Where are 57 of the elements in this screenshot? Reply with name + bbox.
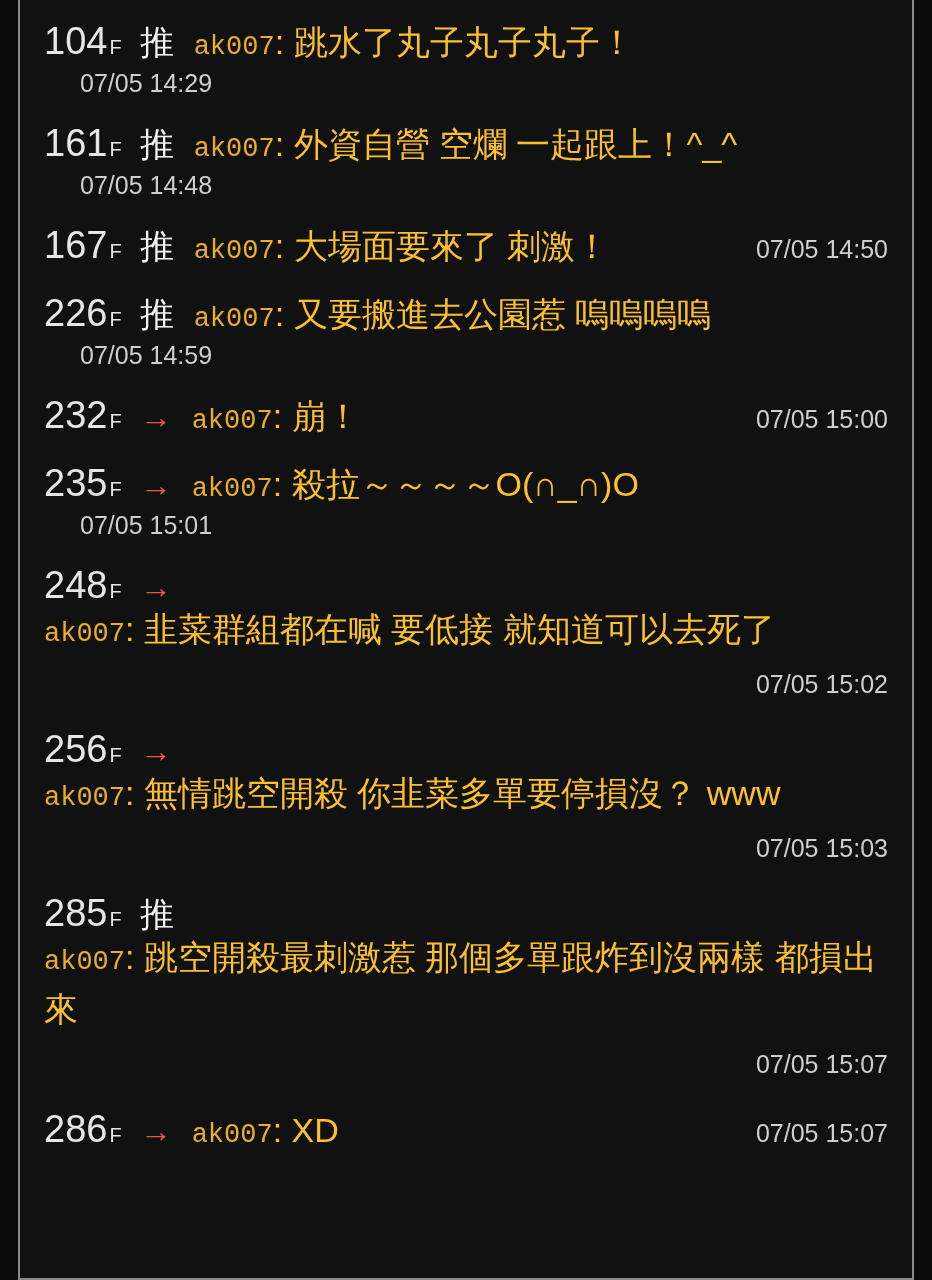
floor-suffix: F: [109, 479, 122, 499]
username: ak007: [191, 1122, 273, 1149]
comment-body: ak007: 跳空開殺最刺激惹 那個多單跟炸到沒兩樣 都損出來: [44, 938, 878, 1030]
floor-number: 226: [44, 294, 108, 332]
username: ak007: [193, 306, 275, 333]
comment-time: 07/05 15:07: [755, 1051, 888, 1077]
comment-tag: 推: [139, 897, 174, 931]
comment-body: ak007: 無情跳空開殺 你韭菜多單要停損沒？ www: [44, 774, 782, 815]
comment-tag: →: [139, 401, 172, 433]
comment-tag: →: [139, 735, 172, 767]
comment-time: 07/05 14:50: [755, 237, 888, 262]
comment-text: : 崩！: [272, 399, 360, 433]
comment-text: : 又要搬進去公園惹 嗚嗚嗚嗚: [274, 297, 711, 331]
comment-time: 07/05 15:07: [755, 1121, 888, 1146]
floor-suffix: F: [109, 411, 122, 431]
username: ak007: [193, 238, 275, 265]
floor-number: 235: [44, 464, 108, 502]
floor-number: 248: [44, 566, 108, 604]
comment-text: : 殺拉～～～～O(∩_∩)O: [272, 467, 639, 501]
comment-text: : 跳水了丸子丸子丸子！: [274, 25, 634, 59]
username: ak007: [193, 136, 275, 163]
comment-text: : 大場面要來了 刺激！: [274, 229, 609, 263]
comment-tag: 推: [139, 297, 174, 331]
floor-suffix: F: [109, 581, 122, 601]
comment-time: 07/05 14:29: [80, 70, 213, 96]
floor-number: 285: [44, 894, 108, 932]
comment-tag: →: [139, 571, 172, 603]
floor-suffix: F: [109, 309, 122, 329]
comment-tag: 推: [139, 127, 174, 161]
floor-suffix: F: [109, 241, 122, 261]
comment-tag: →: [139, 469, 172, 501]
comment-time: 07/05 15:03: [755, 835, 888, 861]
username: ak007: [193, 34, 275, 61]
floor-number: 286: [44, 1110, 108, 1148]
comment-text: : 外資自營 空爛 一起跟上！^_^: [274, 127, 738, 161]
floor-number: 256: [44, 730, 108, 768]
comment-time: 07/05 15:02: [755, 671, 888, 697]
comment-body: ak007: 韭菜群組都在喊 要低接 就知道可以去死了: [44, 610, 776, 651]
floor-suffix: F: [109, 139, 122, 159]
comment-tag: 推: [139, 229, 174, 263]
floor-suffix: F: [109, 745, 122, 765]
floor-number: 161: [44, 124, 108, 162]
comment-time: 07/05 14:48: [80, 172, 213, 198]
comment-time: 07/05 15:01: [80, 512, 213, 538]
floor-number: 167: [44, 226, 108, 264]
floor-number: 232: [44, 396, 108, 434]
comment-time: 07/05 14:59: [80, 342, 213, 368]
floor-suffix: F: [109, 1125, 122, 1145]
username: ak007: [191, 408, 273, 435]
comment-tag: 推: [139, 25, 174, 59]
comment-text: : XD: [272, 1113, 339, 1147]
comment-time: 07/05 15:00: [755, 407, 888, 432]
comment-tag: →: [139, 1115, 172, 1147]
floor-suffix: F: [109, 909, 122, 929]
username: ak007: [191, 476, 273, 503]
floor-suffix: F: [109, 37, 122, 57]
floor-number: 104: [44, 22, 108, 60]
